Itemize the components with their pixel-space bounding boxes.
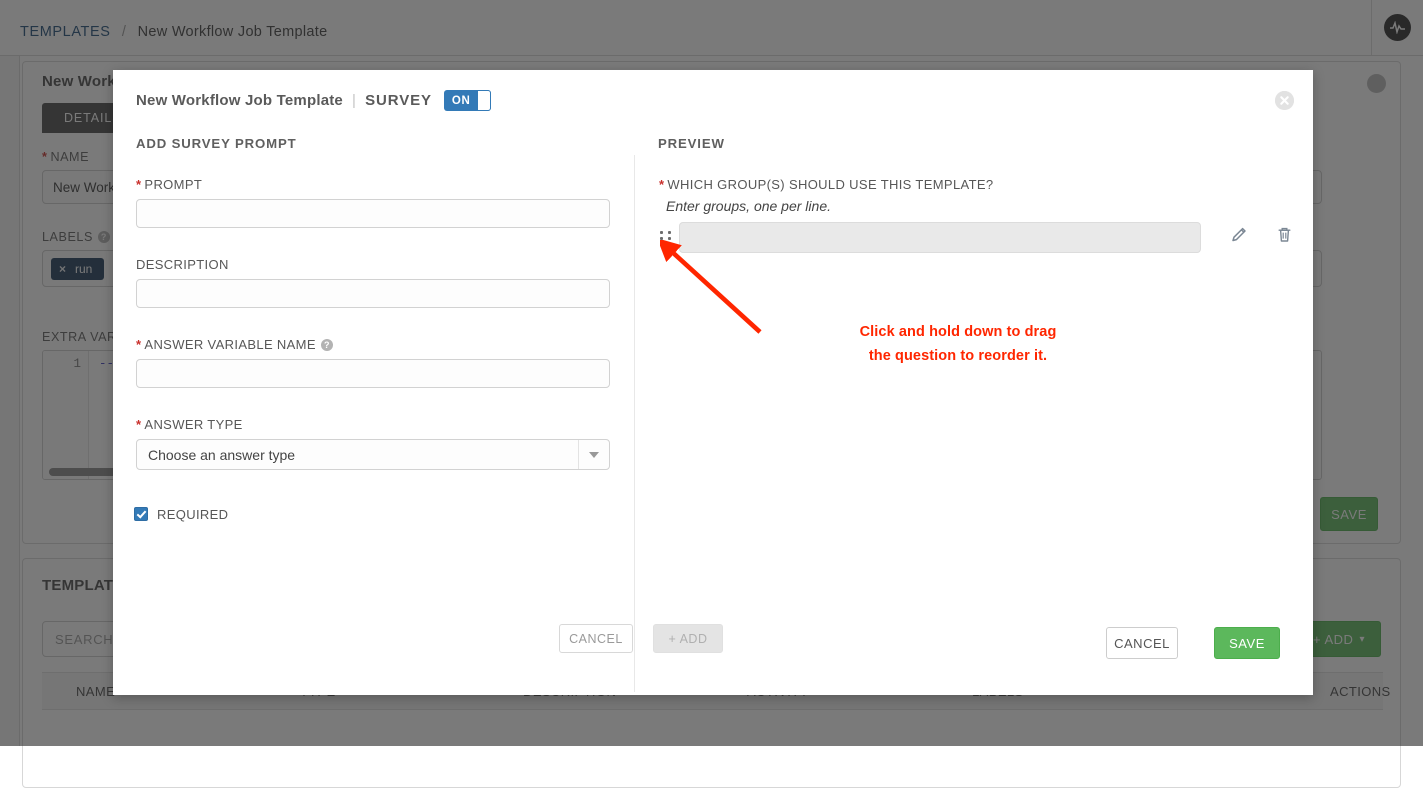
modal-header: New Workflow Job Template | SURVEY ON xyxy=(113,70,1313,130)
survey-enable-toggle[interactable]: ON xyxy=(443,90,491,111)
modal-save-button[interactable]: SAVE xyxy=(1214,627,1280,659)
trash-icon[interactable] xyxy=(1275,225,1294,249)
preview-question-description: Enter groups, one per line. xyxy=(666,198,831,214)
prompt-add-button: + ADD xyxy=(653,624,723,653)
answer-variable-name-label: * ANSWER VARIABLE NAME? xyxy=(136,337,333,352)
answer-variable-name-input[interactable] xyxy=(136,359,610,388)
answer-type-select[interactable]: Choose an answer type xyxy=(136,439,610,470)
drag-handle-icon[interactable] xyxy=(660,231,672,246)
modal-title-template-name: New Workflow Job Template xyxy=(136,92,343,109)
modal-title: New Workflow Job Template | SURVEY ON xyxy=(136,90,491,111)
pencil-icon[interactable] xyxy=(1230,225,1249,249)
required-asterisk: * xyxy=(659,177,665,192)
survey-modal: New Workflow Job Template | SURVEY ON AD… xyxy=(113,70,1313,695)
description-input[interactable] xyxy=(136,279,610,308)
survey-toggle-label: ON xyxy=(451,94,471,107)
description-label: DESCRIPTION xyxy=(136,257,229,272)
annotation-line-2: the question to reorder it. xyxy=(868,348,1048,364)
modal-column-divider xyxy=(634,155,635,692)
required-checkbox-label: REQUIRED xyxy=(157,507,229,522)
chevron-down-icon[interactable] xyxy=(578,440,609,469)
answer-type-label: * ANSWER TYPE xyxy=(136,417,243,432)
preview-heading: PREVIEW xyxy=(658,136,725,151)
required-asterisk: * xyxy=(136,177,142,192)
prompt-cancel-button[interactable]: CANCEL xyxy=(559,624,633,653)
annotation-text: Click and hold down to drag the question… xyxy=(748,320,1168,368)
preview-answer-input[interactable] xyxy=(679,222,1201,253)
modal-cancel-button[interactable]: CANCEL xyxy=(1106,627,1178,659)
help-circle-icon[interactable]: ? xyxy=(320,339,333,351)
annotation-line-1: Click and hold down to drag xyxy=(859,324,1057,340)
preview-question-label: * WHICH GROUP(S) SHOULD USE THIS TEMPLATE… xyxy=(659,177,994,192)
survey-toggle-knob xyxy=(476,90,491,111)
required-asterisk: * xyxy=(136,417,142,432)
close-icon[interactable] xyxy=(1275,91,1294,110)
add-survey-prompt-heading: ADD SURVEY PROMPT xyxy=(136,136,297,151)
prompt-input[interactable] xyxy=(136,199,610,228)
answer-type-selected-value: Choose an answer type xyxy=(148,446,296,463)
prompt-label: * PROMPT xyxy=(136,177,203,192)
modal-title-divider: | xyxy=(351,92,357,109)
modal-title-survey: SURVEY xyxy=(365,92,432,109)
required-checkbox[interactable] xyxy=(134,507,148,521)
required-asterisk: * xyxy=(136,337,142,352)
